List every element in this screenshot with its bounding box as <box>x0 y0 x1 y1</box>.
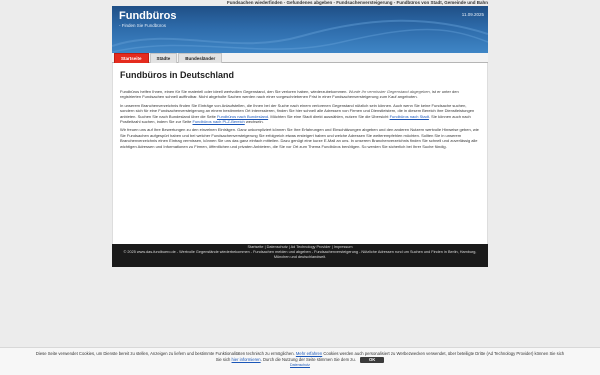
link-by-state[interactable]: Fundbüros nach Bundesland <box>217 114 268 119</box>
cookie-text-b2: Sie sich <box>215 357 232 362</box>
directory-paragraph: In unserem Branchenverzeichnis finden Si… <box>120 103 480 125</box>
reviews-paragraph: Wir freuen uns auf Ihre Bewertungen zu d… <box>120 127 479 149</box>
nav-tab-staedte[interactable]: Städte <box>149 53 178 63</box>
main-nav: Startseite Städte Bundesländer <box>112 53 488 63</box>
directory-text-b: . Möchten Sie eine Stadt direkt auswähle… <box>268 113 389 119</box>
nav-tab-startseite[interactable]: Startseite <box>114 53 149 63</box>
page-title: Fundbüros in Deutschland <box>120 70 234 80</box>
intro-hint: Wurde Ihr vermisster Gegenstand abgegebe… <box>348 89 431 94</box>
cookie-text-a: Diese Seite verwendet Cookies, um Dienst… <box>35 351 295 356</box>
cookie-text-b: Cookies werden auch personalisiert zu We… <box>323 351 565 356</box>
intro-text-a: Fundbüros helfen Ihnen, einen für Sie ma… <box>120 89 348 94</box>
page-wrapper: Fundbüros - Finden Sie Fundbüros 11.09.2… <box>112 6 488 267</box>
cookie-privacy-link[interactable]: Datenschutz <box>290 363 310 367</box>
cookie-info-link[interactable]: hier informieren <box>232 357 261 362</box>
link-by-zip[interactable]: Fundbüros nach PLZ-Bereich <box>193 119 245 124</box>
site-header: Fundbüros - Finden Sie Fundbüros 11.09.2… <box>112 6 488 53</box>
cookie-privacy-row: Datenschutz <box>0 363 600 368</box>
current-date: 11.09.2025 <box>461 12 484 17</box>
directory-text-d: wechseln. <box>245 119 264 125</box>
site-subtitle: - Finden Sie Fundbüros <box>119 23 167 28</box>
site-footer: Startseite | Datenschutz | Ad Technology… <box>112 244 488 267</box>
cookie-text-c: . Durch die Nutzung der Seite stimmen Si… <box>260 357 356 362</box>
main-content: Fundbüros in Deutschland Fundbüros helfe… <box>112 63 488 244</box>
nav-tab-bundeslaender[interactable]: Bundesländer <box>178 53 223 63</box>
cookie-more-link[interactable]: Mehr erfahren <box>296 351 322 356</box>
cookie-ok-button[interactable]: OK <box>360 357 385 363</box>
cookie-banner: Diese Seite verwendet Cookies, um Dienst… <box>0 347 600 375</box>
link-by-city[interactable]: Fundbüros nach Stadt <box>390 114 429 119</box>
intro-paragraph: Fundbüros helfen Ihnen, einen für Sie ma… <box>120 89 480 100</box>
site-title[interactable]: Fundbüros <box>119 10 176 22</box>
footer-copyright: © 2025 www.das-fundbuero.de - Wertvolle … <box>123 250 477 259</box>
